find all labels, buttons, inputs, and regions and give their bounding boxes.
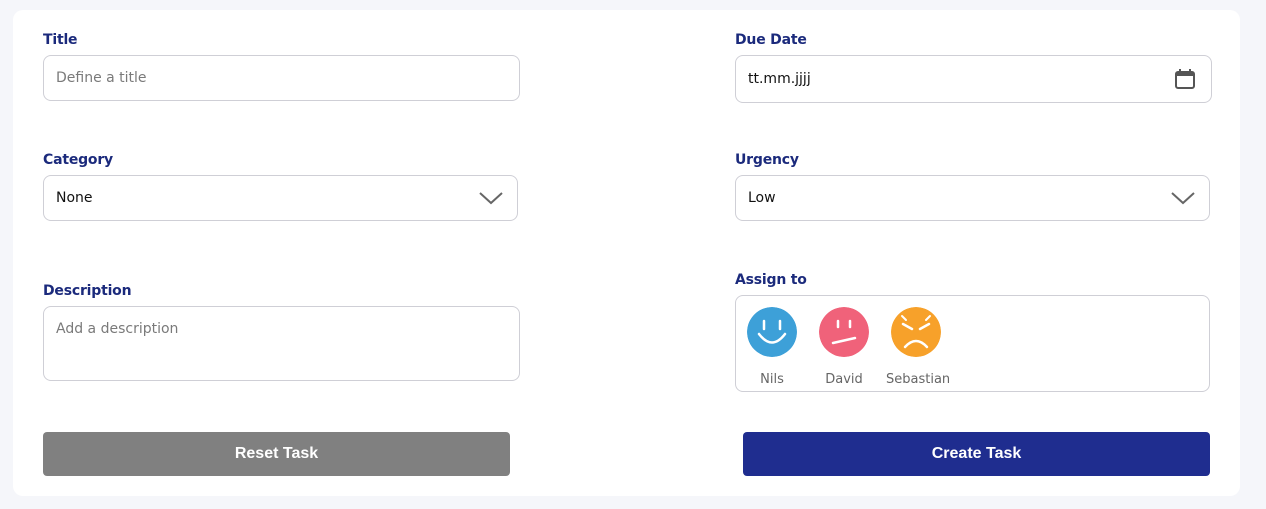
urgency-label: Urgency: [735, 152, 799, 168]
calendar-icon[interactable]: [1174, 68, 1196, 90]
assignee-sebastian[interactable]: Sebastian: [886, 307, 951, 387]
task-form-card: Title Define a title Due Date tt.mm.jjjj…: [13, 10, 1240, 496]
reset-task-button[interactable]: Reset Task: [43, 432, 510, 476]
assignee-david[interactable]: David: [814, 307, 874, 387]
chevron-down-icon: [1171, 192, 1195, 205]
assign-to-box: Nils David Sebastian: [735, 295, 1210, 392]
description-textarea[interactable]: Add a description: [43, 306, 520, 381]
chevron-down-icon: [479, 192, 503, 205]
title-label: Title: [43, 32, 78, 48]
assignee-name: David: [825, 372, 863, 387]
due-date-input[interactable]: tt.mm.jjjj: [735, 55, 1212, 103]
urgency-value: Low: [748, 190, 776, 206]
urgency-select[interactable]: Low: [735, 175, 1210, 221]
description-label: Description: [43, 283, 132, 299]
assignee-name: Sebastian: [886, 372, 951, 387]
assign-to-label: Assign to: [735, 272, 807, 288]
title-input[interactable]: Define a title: [43, 55, 520, 101]
assignee-name: Nils: [760, 372, 784, 387]
category-value: None: [56, 190, 93, 206]
assignee-nils[interactable]: Nils: [742, 307, 802, 387]
due-date-label: Due Date: [735, 32, 807, 48]
description-placeholder: Add a description: [56, 321, 179, 337]
happy-face-icon: [747, 307, 797, 357]
neutral-face-icon: [819, 307, 869, 357]
title-placeholder: Define a title: [56, 70, 147, 86]
category-select[interactable]: None: [43, 175, 518, 221]
due-date-value: tt.mm.jjjj: [748, 71, 811, 87]
create-task-button[interactable]: Create Task: [743, 432, 1210, 476]
category-label: Category: [43, 152, 113, 168]
angry-face-icon: [891, 307, 941, 357]
